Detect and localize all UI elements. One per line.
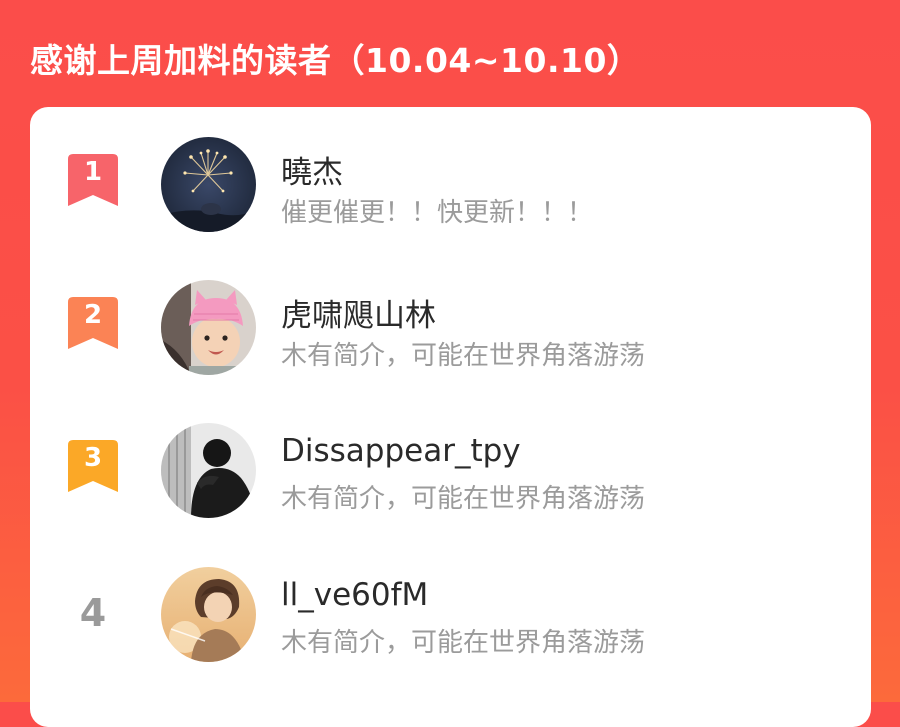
reader-name-3[interactable]: Dissappear_tpy: [281, 433, 521, 469]
rank-number-1: 1: [83, 157, 103, 187]
silhouette-photo-avatar-icon[interactable]: [161, 423, 256, 518]
reader-list-card: 1 曉杰 催更催更！！快更新！！！ 2 虎啸飓山林 木有简介，可能在世界角落游荡…: [30, 107, 871, 727]
baby-photo-avatar-icon[interactable]: [161, 280, 256, 375]
reader-bio-3: 木有简介，可能在世界角落游荡: [281, 484, 646, 514]
fireworks-photo-avatar-icon[interactable]: [161, 137, 256, 232]
reader-bio-4: 木有简介，可能在世界角落游荡: [281, 628, 646, 658]
reader-name-1[interactable]: 曉杰: [281, 147, 343, 192]
reader-row-1[interactable]: 1 曉杰 催更催更！！快更新！！！: [30, 137, 871, 247]
rank-badge-2: 2: [68, 297, 118, 349]
rank-number-2: 2: [83, 300, 103, 330]
reader-row-4[interactable]: 4 ll_ve60fM 木有简介，可能在世界角落游荡: [30, 567, 871, 677]
rank-badge-3: 3: [68, 440, 118, 492]
anime-girl-avatar-icon[interactable]: [161, 567, 256, 662]
rank-number-4: 4: [79, 591, 107, 635]
reader-name-4[interactable]: ll_ve60fM: [281, 577, 428, 613]
rank-number-3: 3: [83, 443, 103, 473]
rank-badge-1: 1: [68, 154, 118, 206]
reader-bio-2: 木有简介，可能在世界角落游荡: [281, 341, 646, 371]
reader-bio-1: 催更催更！！快更新！！！: [281, 198, 594, 228]
reader-row-3[interactable]: 3 Dissappear_tpy 木有简介，可能在世界角落游荡: [30, 423, 871, 533]
page-title: 感谢上周加料的读者（10.04~10.10）: [30, 41, 641, 80]
reader-row-2[interactable]: 2 虎啸飓山林 木有简介，可能在世界角落游荡: [30, 280, 871, 390]
reader-name-2[interactable]: 虎啸飓山林: [281, 290, 436, 335]
